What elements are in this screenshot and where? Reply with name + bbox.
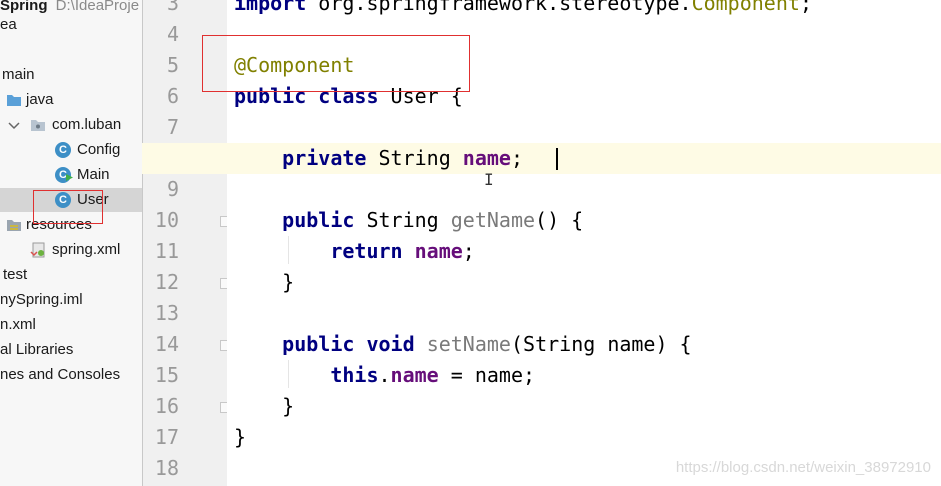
package-icon (30, 117, 46, 133)
tree-item-label: main (2, 66, 35, 83)
tree-item-main[interactable]: main (2, 63, 35, 87)
project-root-path: D:\IdeaProje (55, 0, 140, 14)
tree-item-external-libraries[interactable]: al Libraries (0, 338, 73, 362)
annotation-highlight-box (202, 35, 470, 92)
code-line-3: import org.springframework.stereotype.Co… (234, 0, 812, 15)
tree-item-main-class[interactable]: C Main (55, 163, 110, 187)
line-number: 18 (154, 456, 179, 480)
line-number: 12 (154, 270, 179, 294)
line-number: 6 (166, 84, 179, 108)
line-number: 3 (166, 0, 179, 15)
tree-item-label: al Libraries (0, 341, 74, 358)
tree-item-label: Config (77, 141, 121, 158)
code-line-15: this.name = name; (330, 363, 536, 387)
tree-item-config[interactable]: C Config (55, 138, 120, 162)
text-caret (556, 148, 558, 170)
line-number: 15 (154, 363, 179, 387)
line-number: 9 (166, 177, 179, 201)
line-number: 16 (154, 394, 179, 418)
run-badge-icon (66, 165, 73, 181)
tree-item-label: ea (0, 16, 17, 33)
project-root-label: Spring (0, 0, 48, 14)
tree-item-test[interactable]: test (3, 263, 27, 287)
line-number: 11 (154, 239, 179, 263)
tree-item-spring-xml[interactable]: spring.xml (30, 238, 120, 262)
chevron-down-icon[interactable] (6, 117, 22, 133)
xml-file-icon (30, 242, 46, 258)
code-line-10: public String getName() { (282, 208, 584, 232)
tree-item-com-luban[interactable]: com.luban (4, 113, 121, 137)
line-number: 5 (166, 53, 179, 77)
tree-highlight-box (33, 190, 103, 224)
tree-item-label: nes and Consoles (0, 366, 121, 383)
code-line-11: return name; (330, 239, 475, 263)
folder-icon (6, 92, 22, 108)
tree-item-pom[interactable]: n.xml (0, 313, 36, 337)
tree-item-label: java (26, 91, 54, 108)
tree-item-label: test (3, 266, 28, 283)
watermark: https://blog.csdn.net/weixin_38972910 (675, 459, 931, 476)
mouse-ibeam-cursor: I (484, 172, 494, 188)
resources-folder-icon (6, 217, 22, 233)
code-line-12: } (282, 270, 295, 294)
line-number: 10 (154, 208, 179, 232)
tree-item-label: com.luban (52, 116, 122, 133)
tree-item-label: nySpring.iml (0, 291, 83, 308)
tree-item-label: n.xml (0, 316, 36, 333)
line-number: 14 (154, 332, 179, 356)
tree-item-label: spring.xml (52, 241, 121, 258)
tree-item-iml[interactable]: nySpring.iml (0, 288, 83, 312)
tree-item-idea[interactable]: ea (0, 13, 17, 37)
tree-item-scratches[interactable]: nes and Consoles (0, 363, 120, 387)
line-number: 17 (154, 425, 179, 449)
class-icon: C (55, 142, 71, 158)
line-number: 13 (154, 301, 179, 325)
line-number: 4 (166, 22, 179, 46)
code-line-17: } (234, 425, 247, 449)
tree-root[interactable]: Spring D:\IdeaProje (0, 0, 139, 18)
code-line-8: private String name; (282, 146, 524, 170)
tree-item-java[interactable]: java (4, 88, 54, 112)
code-line-16: } (282, 394, 295, 418)
line-number: 7 (166, 115, 179, 139)
code-line-14: public void setName(String name) { (282, 332, 692, 356)
project-tree-panel: Spring D:\IdeaProje ea main java com.lub… (0, 0, 142, 486)
tree-item-label: Main (77, 166, 110, 183)
